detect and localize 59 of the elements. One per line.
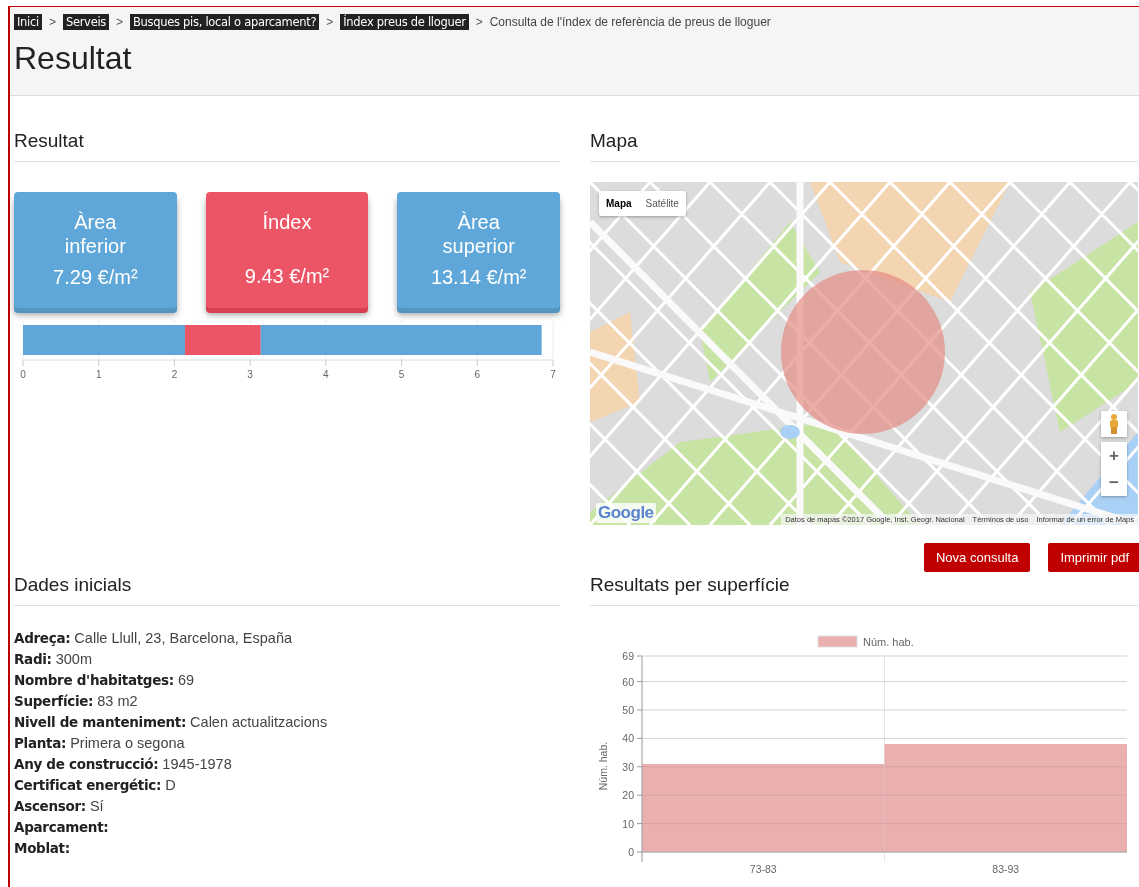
card-value: 13.14 €/m² [430,266,527,289]
breadcrumb-link[interactable]: Índex preus de lloguer [340,14,469,30]
section-heading: Mapa [590,130,639,152]
axis-tick-label: 5 [398,369,405,380]
data-line: Moblat: [14,839,71,858]
section-heading: Resultat [14,130,85,152]
zoom-in-button[interactable]: + [1101,442,1127,469]
map-type-tab[interactable]: Satélite [638,191,686,216]
axis-tick-label: 0 [628,846,634,858]
breadcrumb-link[interactable]: Inici [14,14,42,30]
axis-title: Núm. hab. [597,741,609,791]
action-button[interactable]: Imprimir pdf [1048,543,1139,572]
axis-tick-label: 1 [95,369,102,380]
breadcrumb-current: Consulta de l'índex de referència de preus de lloguer [489,15,771,29]
data-line: Certificat energétic: D [14,776,177,795]
breadcrumb-separator: > [326,15,334,29]
axis-tick-label: 4 [323,369,329,380]
data-line: Superfície: 83 m2 [14,692,139,711]
legend-label: Núm. hab. [863,636,914,648]
breadcrumb-link[interactable]: Busques pis, local o aparcament? [130,14,320,30]
data-line: Planta: Primera o segona [14,734,186,753]
map-logo: Google [596,503,656,523]
page-title: Resultat [14,40,133,77]
breadcrumb-separator: > [48,15,56,29]
axis-tick-label: 50 [622,703,634,716]
breadcrumb-separator: > [116,15,123,29]
map-type-tab[interactable]: Mapa [599,191,639,216]
axis-tick-label: 7 [550,369,556,380]
breadcrumb-link[interactable]: Serveis [62,14,109,30]
card-value: 7.29 €/m² [53,266,138,289]
axis-tick-label: 83-93 [992,863,1020,875]
data-line: Radi: 300m [14,650,93,669]
data-line: Nombre d'habitatges: 69 [14,671,196,690]
axis-tick-label: 2 [171,369,178,380]
axis-tick-label: 0 [20,369,26,380]
action-button[interactable]: Nova consulta [924,543,1031,572]
person-icon[interactable] [1101,411,1127,437]
card-title: Àrea superior [441,210,516,258]
axis-tick-label: 73-83 [749,863,777,875]
section-heading: Dades inicials [14,574,133,596]
axis-tick-label: 6 [474,369,481,380]
axis-tick-label: 20 [622,789,634,802]
axis-tick-label: 3 [247,369,253,380]
data-line: Adreça: Calle Llull, 23, Barcelona, España [14,629,293,648]
breadcrumb-separator: > [475,15,483,29]
data-line: Any de construcció: 1945-1978 [14,755,233,774]
axis-tick-label: 10 [622,817,634,830]
axis-tick-label: 30 [622,760,634,773]
axis-tick-label: 69 [622,650,634,662]
zoom-out-button[interactable]: − [1101,469,1127,496]
card-value: 9.43 €/m² [244,265,330,288]
card-title: Índex [261,210,313,234]
card-title: Àrea inferior [63,210,127,258]
data-line: Nivell de manteniment: Calen actualitzacions [14,713,329,732]
section-heading: Resultats per superfície [590,574,791,596]
axis-tick-label: 60 [622,675,634,688]
data-line: Aparcament: [14,818,110,837]
data-line: Ascensor: Sí [14,797,105,816]
axis-tick-label: 40 [622,732,634,745]
